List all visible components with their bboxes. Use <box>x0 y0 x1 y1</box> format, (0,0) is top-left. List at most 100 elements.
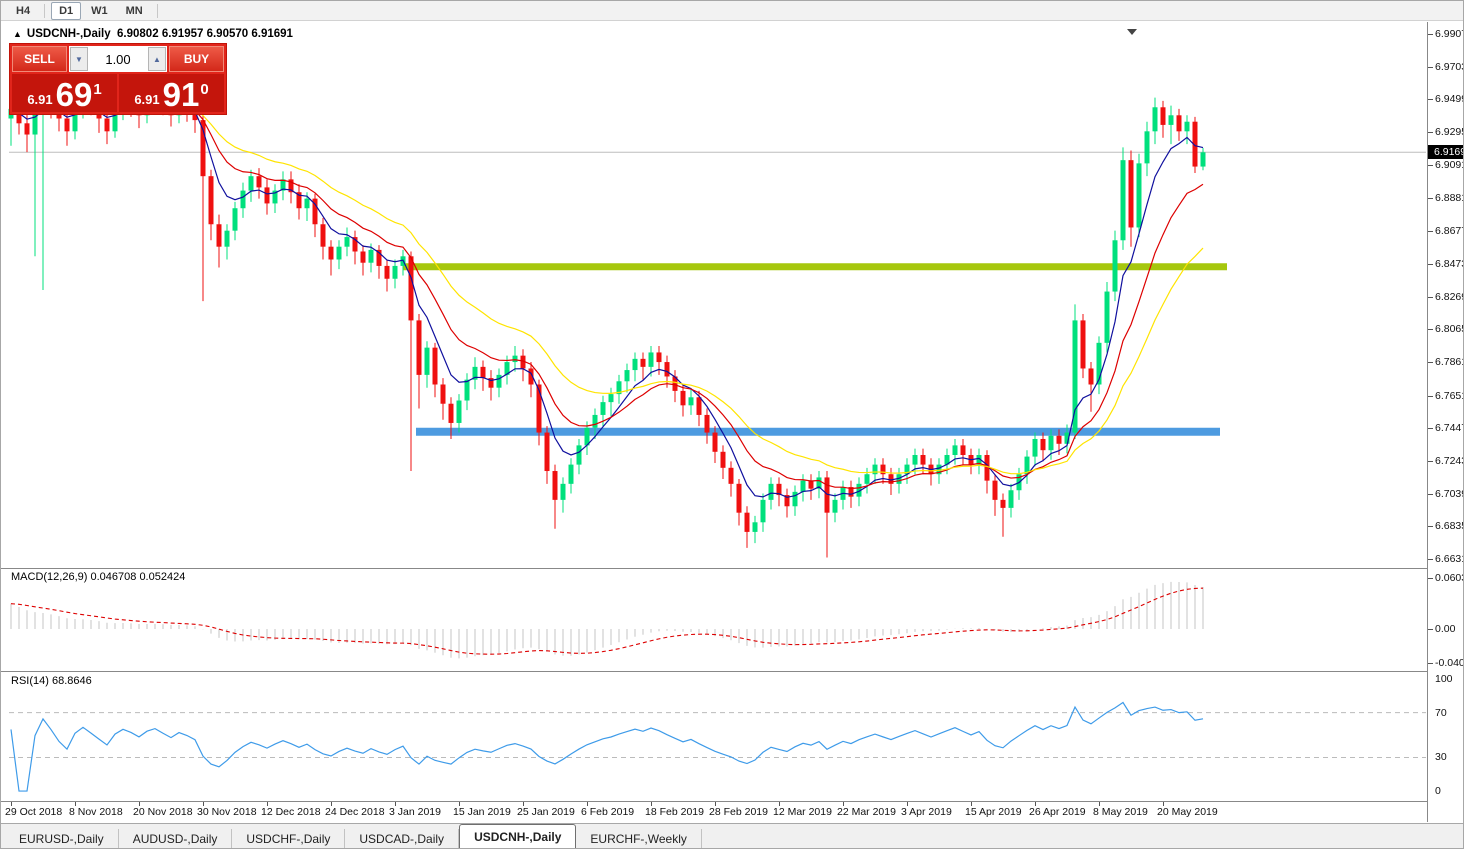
price-axis-label: 6.74470 <box>1435 422 1463 435</box>
candle <box>640 358 646 367</box>
price-axis-tick <box>1428 428 1433 430</box>
candle <box>656 352 662 363</box>
price-axis-label: 6.76510 <box>1435 389 1463 402</box>
timeframe-toolbar: H4 D1 W1 MN <box>1 1 1463 21</box>
sell-price-big: 69 <box>55 76 93 113</box>
price-axis-tick <box>1428 34 1433 36</box>
date-axis-label: 15 Jan 2019 <box>453 806 511 818</box>
candle <box>232 208 238 231</box>
candle <box>416 320 422 375</box>
macd-axis-tick <box>1428 629 1433 631</box>
candle <box>24 123 30 135</box>
candle <box>1160 107 1166 125</box>
sell-price-button[interactable]: 6.91 69 1 <box>12 74 117 112</box>
chart-symbol-period: USDCNH-,Daily <box>26 28 111 40</box>
candle <box>1008 490 1014 508</box>
candle <box>224 230 230 247</box>
macd-axis-tick <box>1428 663 1433 665</box>
date-axis-label: 3 Apr 2019 <box>901 806 952 818</box>
chart-tab-bar: EURUSD-,Daily AUDUSD-,Daily USDCHF-,Daily U… <box>1 823 1463 848</box>
chart-tab-eurusddaily[interactable]: EURUSD-,Daily <box>5 829 119 848</box>
date-axis-label: 3 Jan 2019 <box>389 806 441 818</box>
timeframe-button-w1[interactable]: W1 <box>83 2 116 20</box>
candle <box>64 118 70 132</box>
trading-terminal-window: H4 D1 W1 MN ▲ USDCNH-,Daily 6.90802 6.91957 … <box>0 0 1464 849</box>
volume-input[interactable]: 1.00 <box>88 47 148 71</box>
toolbar-separator <box>156 3 158 18</box>
candle <box>328 246 334 260</box>
chart-title: ▲ USDCNH-,Daily 6.90802 6.91957 6.90570 6… <box>13 28 293 40</box>
chart-shift-marker[interactable] <box>1127 29 1137 35</box>
candle <box>632 358 638 371</box>
price-axis-tick <box>1428 231 1433 233</box>
price-axis-label: 6.88810 <box>1435 192 1463 205</box>
chart-tab-usdchfdaily[interactable]: USDCHF-,Daily <box>232 829 346 848</box>
volume-decrease-button[interactable]: ▼ <box>70 47 88 71</box>
chart-tab-usdcnhdaily[interactable]: USDCNH-,Daily <box>459 824 577 848</box>
timeframe-button-h4[interactable]: H4 <box>8 2 38 20</box>
date-axis-label: 29 Oct 2018 <box>5 806 63 818</box>
chart-tab-eurchfweekly[interactable]: EURCHF-,Weekly <box>576 829 702 848</box>
candle <box>1048 435 1054 451</box>
sell-price-prefix: 6.91 <box>27 92 53 107</box>
date-axis-label: 12 Mar 2019 <box>773 806 832 818</box>
candle <box>256 176 262 188</box>
rsi-value: 68.8646 <box>51 675 92 687</box>
timeframe-button-d1[interactable]: D1 <box>51 1 82 20</box>
candle <box>680 390 686 406</box>
price-axis-tick <box>1428 460 1433 462</box>
buy-button[interactable]: BUY <box>169 46 224 72</box>
price-axis-tick <box>1428 164 1433 166</box>
macd-axis-label: -0.040415 <box>1435 657 1464 670</box>
chart-tab-audusddaily[interactable]: AUDUSD-,Daily <box>119 829 233 848</box>
candle <box>1168 115 1174 125</box>
macd-axis-label: 0.060342 <box>1435 572 1463 584</box>
candle <box>264 187 270 204</box>
candle <box>1112 240 1118 292</box>
candle <box>544 432 550 472</box>
chart-area[interactable]: ▲ USDCNH-,Daily 6.90802 6.91957 6.90570 6… <box>1 22 1464 848</box>
buy-price-big: 91 <box>162 76 200 113</box>
volume-increase-button[interactable]: ▲ <box>148 47 166 71</box>
pane-separator-rsi[interactable] <box>1 671 1463 672</box>
candle <box>1080 320 1086 369</box>
candle <box>952 445 958 455</box>
date-axis-label: 25 Jan 2019 <box>517 806 575 818</box>
candle <box>424 347 430 375</box>
buy-price-button[interactable]: 6.91 91 0 <box>119 74 224 112</box>
candle <box>864 474 870 484</box>
ohlc-low: 6.90570 <box>206 28 249 40</box>
sell-button[interactable]: SELL <box>12 46 67 72</box>
price-axis-tick <box>1428 526 1433 528</box>
date-axis-label: 24 Dec 2018 <box>325 806 385 818</box>
price-axis-label: 6.68350 <box>1435 520 1463 533</box>
candle <box>240 190 246 209</box>
price-axis-tick <box>1428 99 1433 101</box>
candle <box>368 249 374 263</box>
candle <box>1200 152 1206 167</box>
macd-signal-line <box>10 587 1204 655</box>
ohlc-open: 6.90802 <box>117 28 159 40</box>
collapse-trade-panel-icon[interactable]: ▲ <box>13 29 22 39</box>
candle <box>744 512 750 532</box>
current-price-label: 6.91691 <box>1428 145 1463 160</box>
price-axis-tick <box>1428 361 1433 363</box>
pane-separator-macd[interactable] <box>1 568 1463 569</box>
candle <box>408 256 414 321</box>
price-chart-plot[interactable] <box>1 22 1464 823</box>
date-axis-label: 22 Mar 2019 <box>837 806 896 818</box>
price-axis-tick <box>1428 493 1433 495</box>
candle <box>496 374 502 388</box>
candle <box>432 347 438 385</box>
candle <box>920 454 926 465</box>
candle <box>480 366 486 379</box>
macd-indicator-label: MACD(12,26,9) 0.046708 0.052424 <box>11 571 186 583</box>
candle <box>512 355 518 363</box>
price-axis-label: 6.90910 <box>1435 158 1463 171</box>
price-axis-label: 6.70390 <box>1435 487 1463 500</box>
candle <box>1152 107 1158 132</box>
timeframe-button-mn[interactable]: MN <box>118 2 151 20</box>
chart-tab-usdcaddaily[interactable]: USDCAD-,Daily <box>345 829 460 848</box>
candle <box>592 414 598 428</box>
candle <box>1104 291 1110 343</box>
